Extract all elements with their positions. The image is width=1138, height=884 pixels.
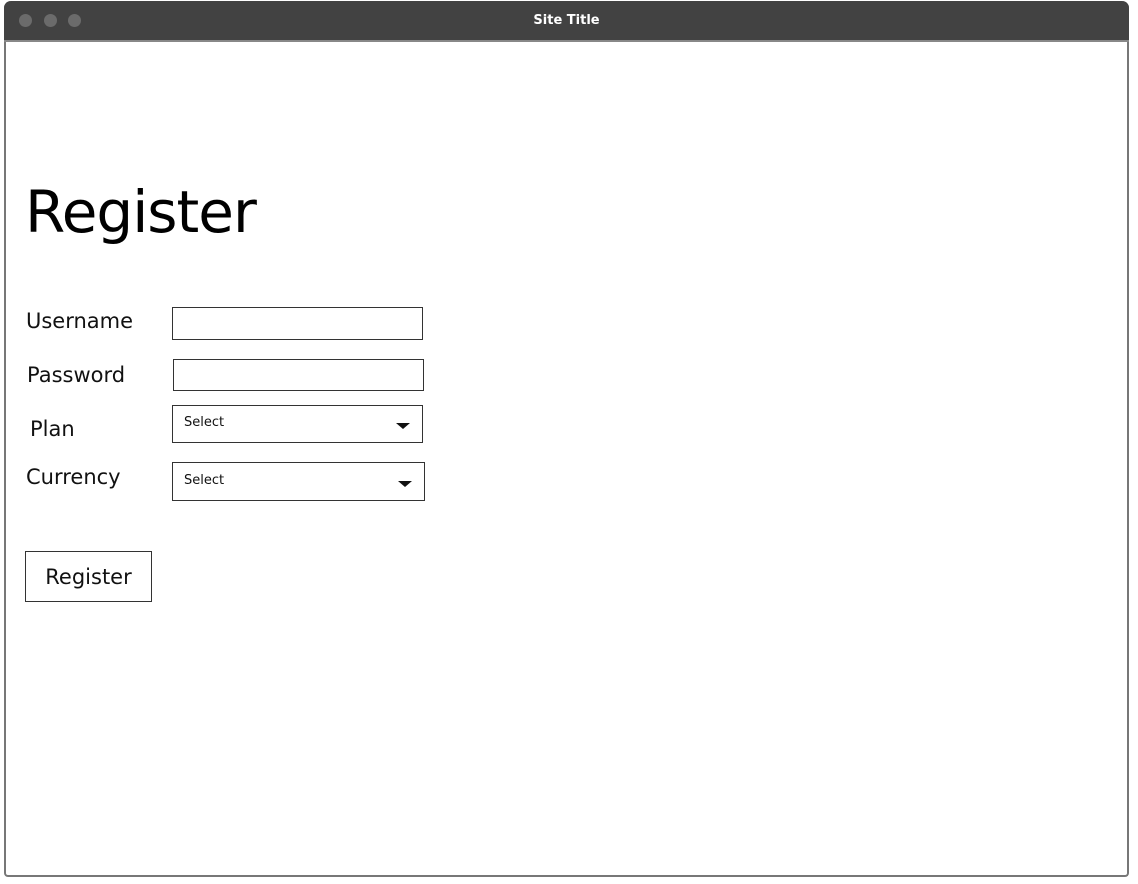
password-label: Password xyxy=(27,363,126,387)
password-input[interactable] xyxy=(173,359,424,391)
title-bar: Site Title xyxy=(4,1,1129,42)
page-title: Register xyxy=(25,178,257,246)
currency-select-value: Select xyxy=(184,473,225,488)
username-input[interactable] xyxy=(172,307,423,340)
currency-select[interactable]: Select xyxy=(172,462,425,501)
plan-select-value: Select xyxy=(184,415,225,430)
plan-label: Plan xyxy=(30,417,75,441)
currency-label: Currency xyxy=(26,465,121,489)
register-button[interactable]: Register xyxy=(25,551,152,602)
chevron-down-icon xyxy=(396,423,410,429)
chevron-down-icon xyxy=(398,481,412,487)
window-title: Site Title xyxy=(533,13,600,28)
username-label: Username xyxy=(26,309,134,333)
plan-select[interactable]: Select xyxy=(172,405,423,443)
